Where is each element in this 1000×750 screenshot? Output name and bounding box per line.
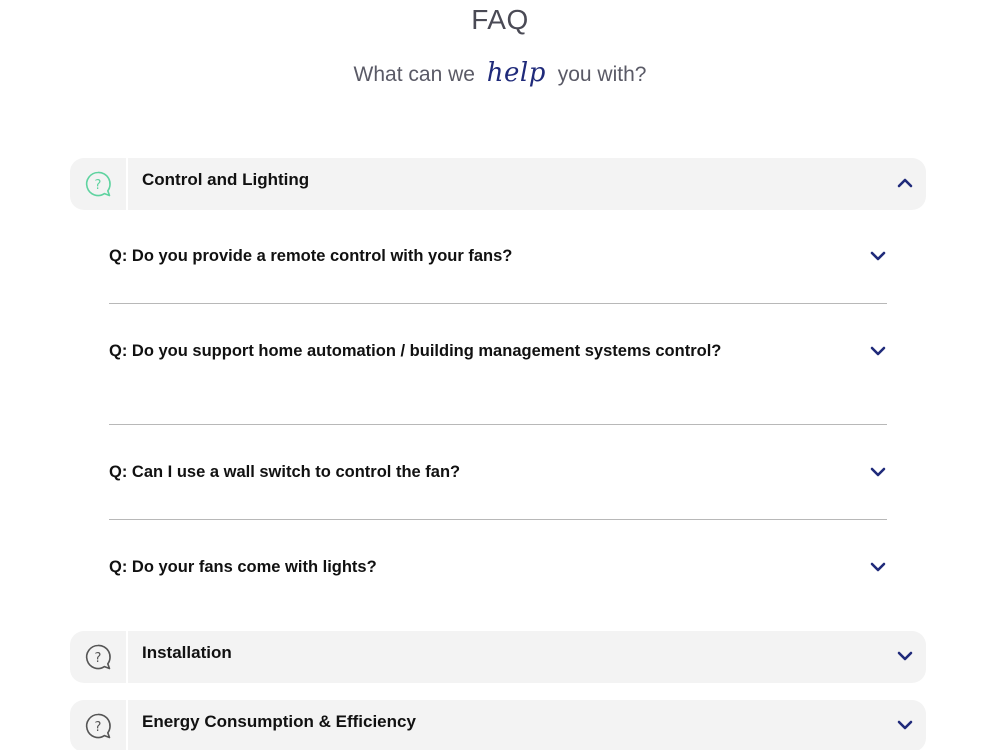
faq-question-item[interactable]: Q: Do you support home automation / buil… bbox=[109, 338, 887, 365]
faq-question-item[interactable]: Q: Can I use a wall switch to control th… bbox=[109, 459, 887, 486]
page-subtitle: What can we help you with? bbox=[0, 58, 1000, 88]
category-icon-container: ? bbox=[70, 158, 128, 210]
page-title: FAQ bbox=[471, 4, 529, 35]
question-text: Q: Do your fans come with lights? bbox=[109, 558, 377, 576]
divider bbox=[109, 519, 887, 520]
svg-text:?: ? bbox=[95, 178, 102, 193]
question-bubble-icon: ? bbox=[85, 713, 111, 739]
chevron-down-icon[interactable] bbox=[869, 342, 887, 360]
category-control-and-lighting[interactable]: ? Control and Lighting bbox=[70, 158, 926, 210]
question-text: Q: Do you provide a remote control with … bbox=[109, 247, 513, 265]
category-icon-container: ? bbox=[70, 631, 128, 683]
chevron-down-icon[interactable] bbox=[869, 247, 887, 265]
divider bbox=[109, 303, 887, 304]
svg-text:?: ? bbox=[95, 651, 102, 666]
category-icon-container: ? bbox=[70, 700, 128, 750]
divider bbox=[109, 424, 887, 425]
chevron-down-icon[interactable] bbox=[896, 716, 914, 734]
chevron-down-icon[interactable] bbox=[869, 463, 887, 481]
subtitle-text-after: you with? bbox=[557, 63, 647, 86]
subtitle-script-word: help bbox=[486, 58, 546, 88]
svg-text:?: ? bbox=[95, 720, 102, 735]
question-bubble-icon: ? bbox=[85, 644, 111, 670]
category-label: Energy Consumption & Efficiency bbox=[142, 712, 416, 731]
chevron-up-icon[interactable] bbox=[896, 174, 914, 192]
chevron-down-icon[interactable] bbox=[896, 647, 914, 665]
chevron-down-icon[interactable] bbox=[869, 558, 887, 576]
faq-question-item[interactable]: Q: Do you provide a remote control with … bbox=[109, 243, 887, 270]
question-text: Q: Do you support home automation / buil… bbox=[109, 342, 722, 360]
category-label: Installation bbox=[142, 643, 232, 662]
subtitle-text-before: What can we bbox=[353, 63, 475, 86]
question-bubble-icon: ? bbox=[85, 171, 111, 197]
category-label: Control and Lighting bbox=[142, 170, 310, 189]
question-text: Q: Can I use a wall switch to control th… bbox=[109, 463, 461, 481]
category-installation[interactable]: ? Installation bbox=[70, 631, 926, 683]
category-energy-consumption[interactable]: ? Energy Consumption & Efficiency bbox=[70, 700, 926, 750]
faq-question-item[interactable]: Q: Do your fans come with lights? bbox=[109, 554, 887, 581]
